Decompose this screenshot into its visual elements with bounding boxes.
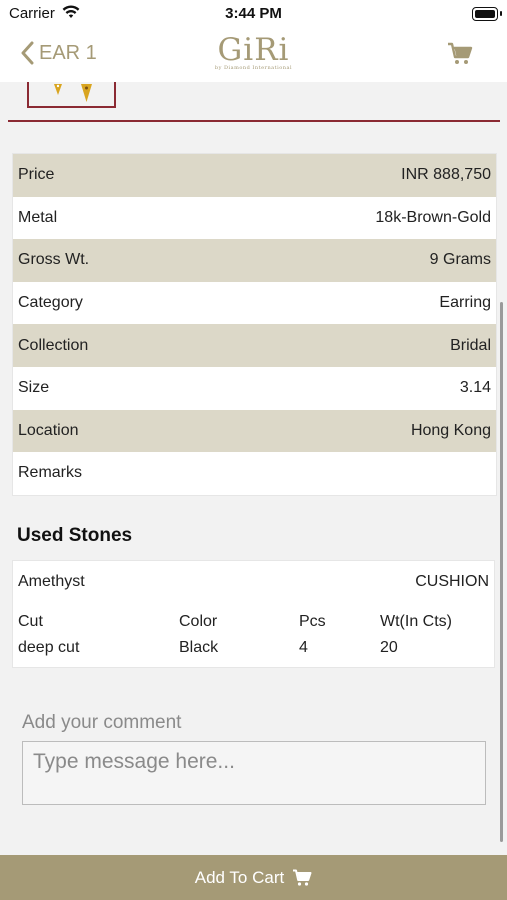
clock: 3:44 PM [225,5,282,22]
logo-text: GiRi [217,32,290,68]
logo-subtitle: by Diamond International [214,65,293,71]
battery-tip [500,11,502,16]
brand-logo: GiRi by Diamond International [0,34,507,71]
detail-label: Collection [18,336,89,354]
battery-icon [472,7,498,21]
detail-label: Size [18,379,50,397]
stone-shape: CUSHION [415,573,489,590]
nav-bar: EAR 1 GiRi by Diamond International [0,28,507,82]
stone-name: Amethyst [18,573,85,590]
pcs-header: Pcs [299,613,326,630]
weight-value: 20 [380,639,398,656]
used-stones-title: Used Stones [17,525,133,546]
add-to-cart-button[interactable]: Add To Cart [0,855,507,900]
detail-value: Earring [439,294,491,312]
detail-value: Hong Kong [410,421,491,439]
comment-label: Add your comment [22,712,182,733]
color-value: Black [179,639,219,656]
section-divider [8,120,500,122]
cut-header: Cut [18,613,43,630]
pcs-value: 4 [299,639,308,656]
detail-label: Remarks [18,464,83,482]
cart-icon [293,869,312,886]
detail-label: Price [18,166,55,184]
detail-row-size: Size 3.14 [13,367,496,410]
add-to-cart-label: Add To Cart [194,867,285,887]
detail-row-metal: Metal 18k-Brown-Gold [13,197,496,240]
color-header: Color [179,613,218,630]
detail-value: 18k-Brown-Gold [375,208,491,226]
product-thumbnail[interactable] [27,82,116,108]
comment-input[interactable]: Type message here... [22,741,486,805]
detail-value: 9 Grams [429,251,491,269]
detail-label: Gross Wt. [18,251,90,269]
detail-row-gross-wt: Gross Wt. 9 Grams [13,239,496,282]
detail-row-price: Price INR 888,750 [13,154,496,197]
earring-image [54,84,92,102]
cart-icon[interactable] [447,42,473,71]
product-detail-scroll[interactable]: Price INR 888,750 Metal 18k-Brown-Gold Gro… [0,82,507,855]
cut-value: deep cut [18,639,80,656]
detail-value: 3.14 [459,379,491,397]
detail-row-remarks: Remarks [13,452,496,495]
detail-row-category: Category Earring [13,282,496,325]
detail-value: Bridal [450,336,491,354]
used-stones-card: Amethyst CUSHION Cut Color Pcs Wt(In Cts… [12,560,495,668]
detail-value: INR 888,750 [401,166,491,184]
detail-label: Category [18,294,83,312]
product-details-table: Price INR 888,750 Metal 18k-Brown-Gold Gro… [12,153,497,496]
detail-label: Location [18,421,79,439]
detail-row-location: Location Hong Kong [13,409,496,453]
scrollbar[interactable] [500,302,503,842]
weight-header: Wt(In Cts) [380,613,452,630]
detail-label: Metal [18,208,58,226]
detail-row-collection: Collection Bridal [13,324,496,367]
status-bar: Carrier 3:44 PM [0,0,507,28]
